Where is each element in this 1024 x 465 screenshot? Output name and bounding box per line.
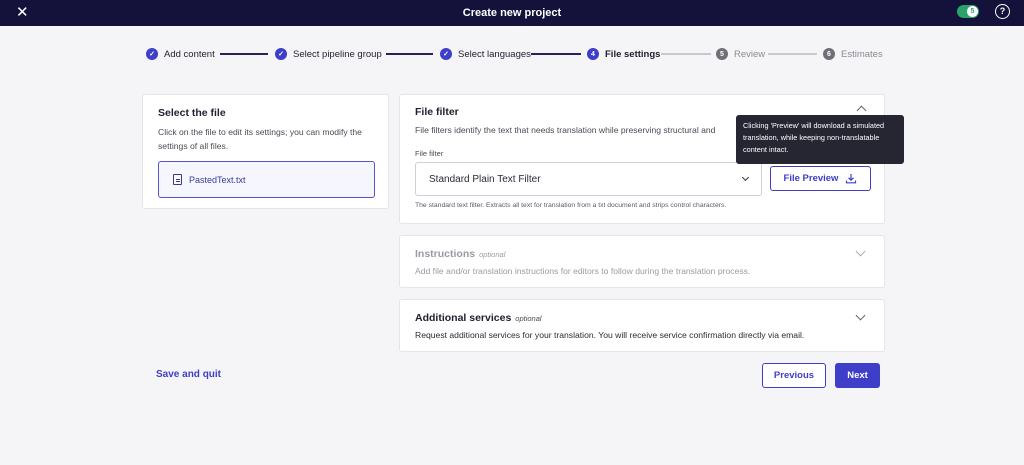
step-select-languages[interactable]: ✓ Select languages <box>440 46 531 62</box>
file-preview-tooltip: Clicking 'Preview' will download a simul… <box>736 115 904 164</box>
previous-button[interactable]: Previous <box>762 363 826 388</box>
file-filter-field-label: File filter <box>415 149 444 158</box>
file-filter-description: File filters identify the text that need… <box>415 125 716 135</box>
step-number: 4 <box>587 48 599 60</box>
chevron-down-icon[interactable] <box>855 310 866 321</box>
file-filter-title: File filter <box>415 106 459 118</box>
check-icon: ✓ <box>440 48 452 60</box>
top-bar: ✕ Create new project 5 ? <box>0 0 1024 26</box>
file-filter-selected-value: Standard Plain Text Filter <box>429 173 541 185</box>
file-filter-select[interactable]: Standard Plain Text Filter <box>415 162 762 196</box>
optional-tag: optional <box>515 314 542 323</box>
stepper-connector <box>768 53 817 55</box>
instructions-title: Instructions optional <box>415 248 505 260</box>
step-estimates: 6 Estimates <box>823 46 883 62</box>
check-icon: ✓ <box>275 48 287 60</box>
help-icon[interactable]: ? <box>995 4 1010 19</box>
instructions-panel[interactable]: Instructions optional Add file and/or tra… <box>399 235 885 288</box>
step-label: Review <box>734 48 766 60</box>
select-file-title: Select the file <box>158 107 226 119</box>
select-file-description: Click on the file to edit its settings; … <box>158 127 362 151</box>
stepper-connector <box>661 53 711 55</box>
instructions-description: Add file and/or translation instructions… <box>415 266 751 276</box>
toggle-badge: 5 <box>967 6 978 17</box>
document-icon <box>173 174 182 185</box>
next-button[interactable]: Next <box>835 363 880 388</box>
additional-services-title-text: Additional services <box>415 312 512 324</box>
optional-tag: optional <box>479 250 506 259</box>
notifications-toggle[interactable]: 5 <box>957 5 979 18</box>
chevron-up-icon[interactable] <box>856 105 867 116</box>
step-number: 5 <box>716 48 728 60</box>
additional-services-title: Additional services optional <box>415 312 542 324</box>
page-title: Create new project <box>462 7 562 19</box>
file-preview-label: File Preview <box>783 173 839 184</box>
step-review: 5 Review <box>716 46 765 62</box>
additional-services-description: Request additional services for your tra… <box>415 330 805 340</box>
step-label: Estimates <box>841 48 883 60</box>
stepper-connector <box>386 53 433 55</box>
file-name: PastedText.txt <box>189 174 246 185</box>
step-add-content[interactable]: ✓ Add content <box>146 46 215 62</box>
step-file-settings[interactable]: 4 File settings <box>587 46 660 62</box>
download-icon <box>845 173 857 184</box>
check-icon: ✓ <box>146 48 158 60</box>
file-item[interactable]: PastedText.txt <box>158 161 375 198</box>
step-label: Add content <box>164 48 215 60</box>
step-label: Select pipeline group <box>293 48 382 60</box>
select-file-panel: Select the file Click on the file to edi… <box>142 94 389 209</box>
instructions-title-text: Instructions <box>415 248 476 260</box>
additional-services-panel[interactable]: Additional services optional Request addi… <box>399 299 885 352</box>
step-select-pipeline-group[interactable]: ✓ Select pipeline group <box>275 46 382 62</box>
file-preview-button[interactable]: File Preview <box>770 166 871 191</box>
save-and-quit-link[interactable]: Save and quit <box>156 369 221 380</box>
step-number: 6 <box>823 48 835 60</box>
step-label: Select languages <box>458 48 531 60</box>
stepper-connector <box>220 53 268 55</box>
chevron-down-icon <box>741 173 750 182</box>
step-label: File settings <box>605 48 661 60</box>
chevron-down-icon[interactable] <box>855 246 866 257</box>
file-filter-help-text: The standard text filter. Extracts all t… <box>415 202 727 209</box>
stepper-connector <box>531 53 581 55</box>
